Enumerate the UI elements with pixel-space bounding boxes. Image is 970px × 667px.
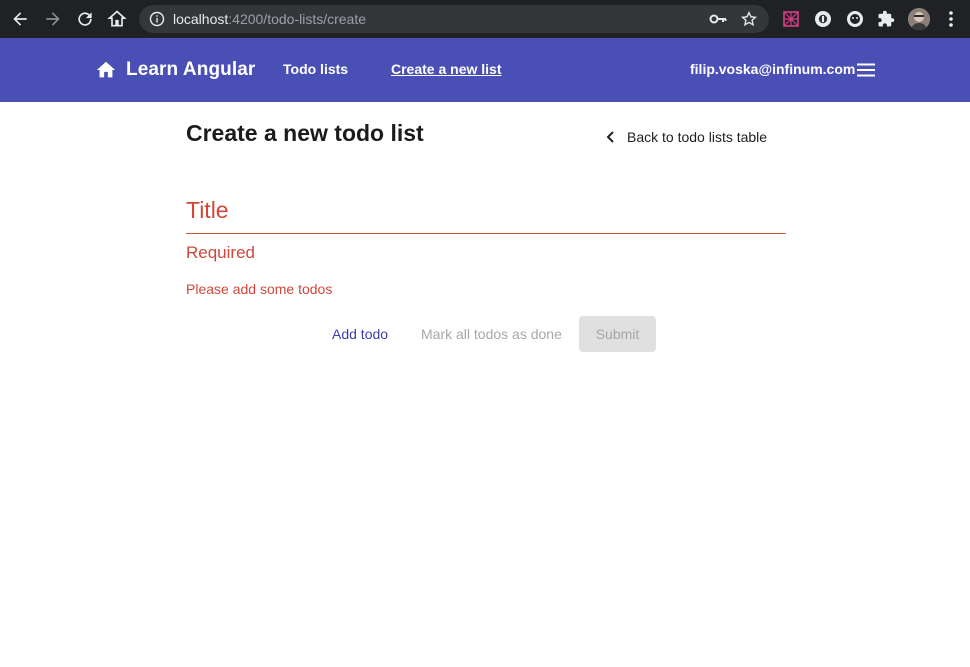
extension-shield-icon[interactable]	[814, 10, 832, 28]
kebab-menu-icon[interactable]	[944, 9, 958, 29]
url-text: localhost:4200/todo-lists/create	[173, 11, 366, 27]
extension-face-icon[interactable]	[846, 10, 864, 28]
star-icon[interactable]	[740, 10, 758, 28]
required-error: Required	[186, 243, 255, 262]
browser-toolbar: localhost:4200/todo-lists/create	[0, 0, 970, 38]
submit-button[interactable]: Submit	[579, 316, 656, 352]
brand-link[interactable]: Learn Angular	[95, 58, 255, 82]
profile-avatar[interactable]	[908, 8, 930, 30]
nav-todo-lists[interactable]: Todo lists	[283, 61, 348, 77]
back-to-table-link[interactable]: Back to todo lists table	[604, 128, 767, 146]
page-title: Create a new todo list	[186, 120, 424, 146]
user-email[interactable]: filip.voska@infinum.com	[690, 61, 855, 77]
address-bar[interactable]: localhost:4200/todo-lists/create	[139, 5, 769, 33]
reload-icon[interactable]	[73, 7, 97, 31]
url-host: localhost	[173, 11, 229, 27]
title-input[interactable]: Title	[186, 190, 786, 234]
back-link-label: Back to todo lists table	[627, 129, 768, 145]
extension-grid-icon[interactable]	[782, 10, 800, 28]
title-field-label: Title	[186, 197, 229, 223]
add-todo-button[interactable]: Add todo	[332, 326, 388, 342]
app-header: Learn Angular Todo lists Create a new li…	[0, 38, 970, 102]
chevron-left-icon	[606, 131, 614, 143]
url-path: :4200/todo-lists/create	[228, 11, 367, 27]
mark-all-done-button[interactable]: Mark all todos as done	[421, 326, 562, 342]
todos-error: Please add some todos	[186, 281, 333, 297]
puzzle-extensions-icon[interactable]	[877, 10, 895, 28]
brand-title: Learn Angular	[126, 59, 256, 80]
key-icon[interactable]	[709, 11, 727, 27]
home-icon	[96, 61, 116, 78]
home-icon[interactable]	[105, 7, 129, 31]
nav-create-new-list[interactable]: Create a new list	[391, 61, 502, 77]
forward-arrow-icon[interactable]	[41, 7, 65, 31]
back-arrow-icon[interactable]	[8, 7, 32, 31]
info-icon[interactable]	[149, 11, 165, 27]
hamburger-menu-icon[interactable]	[856, 62, 876, 78]
